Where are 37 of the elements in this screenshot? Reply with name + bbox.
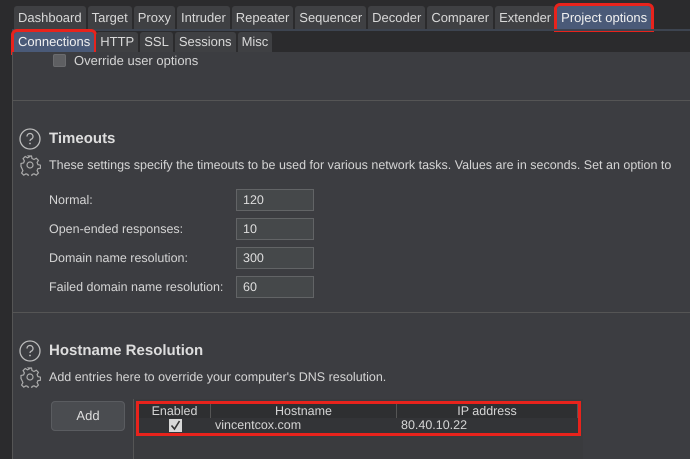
tab[interactable]: Proxy: [134, 6, 175, 29]
input-field[interactable]: 300: [236, 247, 314, 270]
checkbox[interactable]: [53, 54, 66, 67]
tab[interactable]: Comparer: [427, 6, 494, 29]
tab[interactable]: Sessions: [174, 32, 236, 52]
input-field[interactable]: 10: [236, 218, 314, 240]
section-description: These settings specify the timeouts to be used for various network tasks. Values are in seconds. Set an option to: [49, 156, 672, 174]
help-icon[interactable]: [19, 128, 41, 150]
tab[interactable]: Sequencer: [295, 6, 366, 29]
input-field[interactable]: 120: [236, 189, 314, 212]
field-label: Normal:: [49, 192, 94, 209]
tab[interactable]: Target: [88, 6, 132, 29]
tab[interactable]: Repeater: [232, 6, 294, 29]
tab[interactable]: HTTP: [96, 32, 138, 52]
section-title: Timeouts: [49, 128, 116, 149]
help-icon[interactable]: [19, 340, 41, 362]
add-button[interactable]: Add: [51, 401, 125, 431]
tab[interactable]: Connections: [14, 32, 94, 52]
table-cell-text: 80.40.10.22: [400, 418, 468, 433]
section-description: Add entries here to override your computer's DNS resolution.: [49, 368, 386, 386]
checkbox[interactable]: [168, 419, 182, 432]
tab[interactable]: Decoder: [368, 6, 426, 29]
tab[interactable]: Extender: [495, 6, 556, 29]
table-cell-text: vincentcox.com: [214, 418, 302, 433]
settings-icon[interactable]: [19, 366, 41, 388]
tab[interactable]: Project options: [557, 6, 652, 29]
input-field[interactable]: 60: [236, 276, 314, 298]
settings-icon[interactable]: [19, 154, 41, 176]
field-label: Failed domain name resolution:: [49, 278, 224, 296]
field-label: Domain name resolution:: [49, 250, 189, 267]
tab[interactable]: SSL: [140, 32, 173, 52]
tab[interactable]: Intruder: [176, 6, 230, 29]
field-label: Open-ended responses:: [49, 220, 184, 238]
checkbox-label: Override user options: [74, 52, 198, 70]
tab[interactable]: Dashboard: [14, 6, 86, 29]
tab[interactable]: Misc: [238, 32, 272, 52]
section-title: Hostname Resolution: [49, 340, 204, 360]
